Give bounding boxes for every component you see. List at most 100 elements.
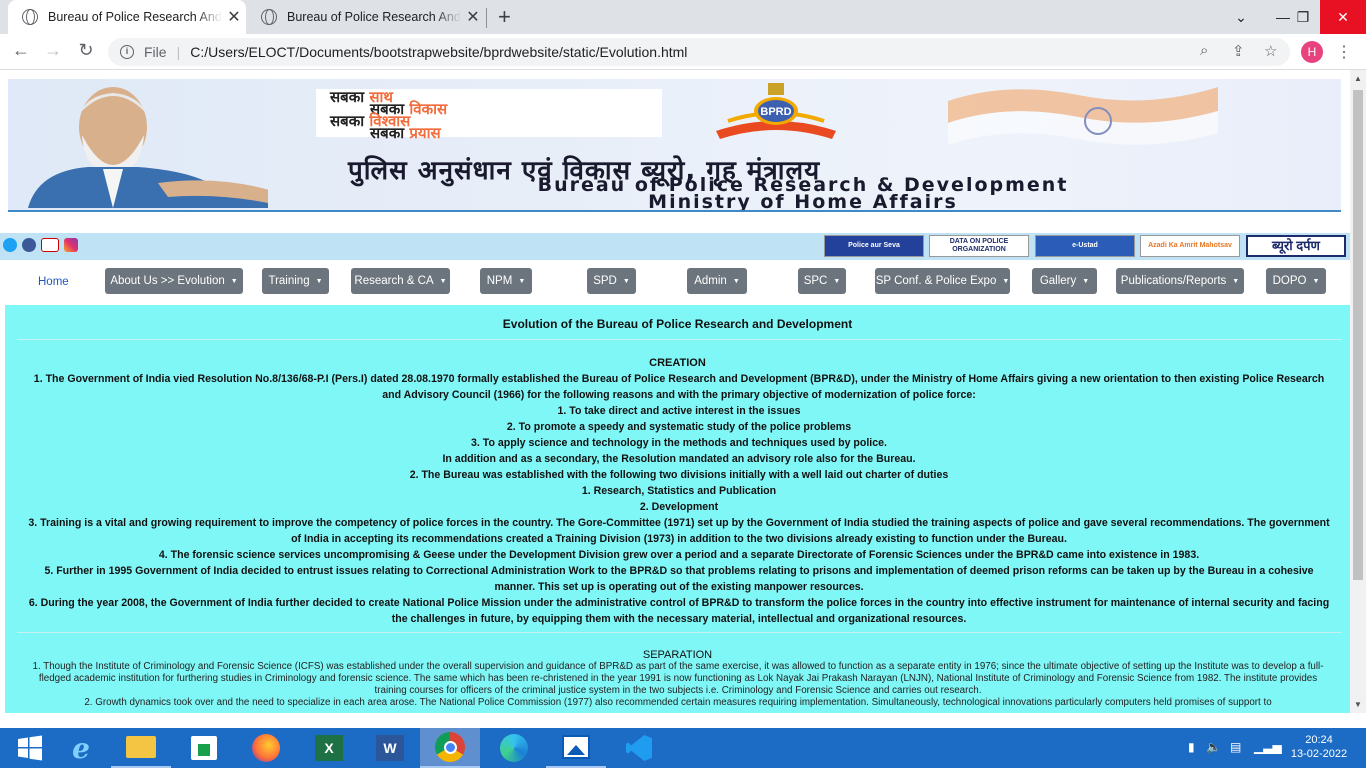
file-scheme-label: File — [144, 44, 167, 60]
info-icon[interactable]: i — [120, 45, 134, 59]
partner-azadi-ka-amrit-mahotsav[interactable]: Azadi Ka Amrit Mahotsav — [1140, 235, 1240, 257]
browser-tab-bar: Bureau of Police Research And Developmen… — [0, 0, 1366, 34]
chrome-icon[interactable] — [420, 728, 480, 768]
caret-down-icon: ▼ — [315, 277, 323, 285]
volume-icon[interactable]: 🔈 — [1206, 740, 1221, 754]
english-title: Bureau of Police Research & Development … — [537, 174, 1069, 212]
profile-avatar[interactable]: H — [1301, 41, 1323, 63]
nav-gallery[interactable]: Gallery ▼ — [1032, 268, 1097, 294]
tab-separator — [486, 8, 487, 28]
nav-home-link[interactable]: Home — [38, 276, 69, 288]
signal-icon[interactable]: ▁▃▅ — [1254, 740, 1282, 754]
nav-research-ca[interactable]: Research & CA ▼ — [351, 268, 450, 294]
partner-bureau-darpan[interactable]: ब्यूरो दर्पण — [1246, 235, 1346, 257]
windows-logo-icon — [18, 735, 42, 761]
page-scrollbar[interactable]: ▲ ▼ — [1350, 70, 1366, 713]
system-clock[interactable]: 20:24 13-02-2022 — [1286, 733, 1352, 761]
divider — [17, 632, 1342, 633]
caret-down-icon: ▼ — [732, 277, 740, 285]
creation-text: 1. The Government of India vied Resoluti… — [28, 373, 1330, 625]
new-tab-button[interactable]: + — [498, 4, 511, 30]
clock-date: 13-02-2022 — [1290, 748, 1348, 760]
menu-icon[interactable]: ⋮ — [1336, 42, 1352, 62]
close-tab-icon[interactable]: ✕ — [222, 7, 246, 27]
page-viewport: सबका साथ सबका विकास सबका विश्वास सबका प्… — [0, 70, 1350, 713]
url-text[interactable]: C:/Users/ELOCT/Documents/bootstrapwebsit… — [190, 44, 687, 60]
youtube-icon[interactable] — [41, 238, 59, 252]
browser-tab[interactable]: Bureau of Police Research And Developmen… — [247, 0, 485, 34]
vscode-icon[interactable] — [609, 728, 669, 768]
excel-icon[interactable]: X — [299, 728, 359, 768]
slogan-box: सबका साथ सबका विकास सबका विश्वास सबका प्… — [316, 89, 662, 141]
caret-down-icon: ▼ — [439, 277, 447, 285]
globe-icon — [22, 9, 38, 25]
caret-down-icon: ▼ — [1312, 277, 1320, 285]
scroll-down-arrow-icon[interactable]: ▼ — [1354, 700, 1362, 709]
india-flag-graphic — [948, 87, 1218, 145]
twitter-icon[interactable] — [3, 238, 17, 252]
close-window-button[interactable]: ✕ — [1320, 0, 1366, 34]
page-title: Evolution of the Bureau of Police Resear… — [502, 317, 853, 331]
nav-spc[interactable]: SPC ▼ — [798, 268, 846, 294]
caret-down-icon: ▼ — [1002, 277, 1010, 285]
tab-title: Bureau of Police Research And Developmen… — [48, 10, 222, 24]
instagram-icon[interactable] — [64, 238, 78, 252]
bprd-emblem-logo: BPRD — [716, 83, 836, 139]
bookmark-star-icon[interactable]: ☆ — [1264, 42, 1277, 60]
address-bar[interactable]: i File | C:/Users/ELOCT/Documents/bootst… — [108, 38, 1290, 66]
caret-down-icon: ▼ — [1232, 277, 1240, 285]
creation-heading: CREATION — [649, 357, 706, 369]
close-tab-icon[interactable]: ✕ — [461, 7, 485, 27]
globe-icon — [261, 9, 277, 25]
caret-down-icon: ▼ — [1082, 277, 1090, 285]
network-icon[interactable]: ▤ — [1230, 740, 1241, 754]
nav-npm[interactable]: NPM ▼ — [480, 268, 532, 294]
caret-down-icon: ▼ — [518, 277, 526, 285]
nav-publications-reports[interactable]: Publications/Reports ▼ — [1116, 268, 1244, 294]
separation-heading: SEPARATION — [642, 649, 713, 661]
edge-icon[interactable] — [484, 728, 544, 768]
caret-down-icon: ▼ — [622, 277, 630, 285]
browser-tab-active[interactable]: Bureau of Police Research And Developmen… — [8, 0, 246, 34]
zoom-icon[interactable]: ⌕ — [1200, 42, 1208, 59]
photos-icon[interactable] — [546, 728, 606, 768]
windows-taskbar: e X W ▮ 🔈 ▤ ▁▃▅ 20:24 13-02-2022 — [0, 728, 1366, 768]
caret-down-icon: ▼ — [230, 277, 238, 285]
nav-sp-conf-police-expo[interactable]: SP Conf. & Police Expo ▼ — [875, 268, 1010, 294]
svg-text:BPRD: BPRD — [760, 106, 791, 118]
firefox-icon[interactable] — [236, 728, 296, 768]
separation-text: 1. Though the Institute of Criminology a… — [32, 661, 1324, 708]
nav-training[interactable]: Training ▼ — [262, 268, 329, 294]
scrollbar-thumb[interactable] — [1353, 90, 1363, 580]
divider — [17, 339, 1342, 340]
partner-police-aur-seva[interactable]: Police aur Seva — [824, 235, 924, 257]
tab-search-icon[interactable]: ⌄ — [1222, 0, 1260, 34]
partner-e-ustad[interactable]: e-Ustad — [1035, 235, 1135, 257]
caret-down-icon: ▼ — [833, 277, 841, 285]
nav-spd[interactable]: SPD ▼ — [587, 268, 636, 294]
battery-icon[interactable]: ▮ — [1188, 740, 1195, 754]
share-icon[interactable]: ⇪ — [1232, 42, 1245, 60]
nav-dopo[interactable]: DOPO ▼ — [1266, 268, 1326, 294]
facebook-icon[interactable] — [22, 238, 36, 252]
word-icon[interactable]: W — [360, 728, 420, 768]
nav-admin[interactable]: Admin ▼ — [687, 268, 747, 294]
back-arrow-icon[interactable]: ← — [9, 40, 33, 61]
main-navbar: Home About Us >> Evolution ▼ Training ▼ Re… — [0, 268, 1350, 296]
tab-title: Bureau of Police Research And Developmen… — [287, 10, 461, 24]
address-toolbar: ← → ↻ i File | C:/Users/ELOCT/Documents/… — [0, 34, 1366, 70]
clock-time: 20:24 — [1305, 734, 1333, 746]
store-icon[interactable] — [174, 728, 234, 768]
divider: | — [176, 44, 181, 60]
nav-about-us[interactable]: About Us >> Evolution ▼ — [105, 268, 243, 294]
forward-arrow-icon[interactable]: → — [41, 40, 65, 61]
social-partner-strip: Police aur Seva DATA ON POLICE ORGANIZAT… — [0, 233, 1350, 260]
file-explorer-icon[interactable] — [111, 728, 171, 768]
reload-icon[interactable]: ↻ — [74, 40, 98, 61]
partner-data-on-police[interactable]: DATA ON POLICE ORGANIZATION — [929, 235, 1029, 257]
internet-explorer-icon[interactable]: e — [51, 728, 111, 768]
scroll-up-arrow-icon[interactable]: ▲ — [1354, 74, 1362, 83]
evolution-content: Evolution of the Bureau of Police Resear… — [5, 305, 1350, 713]
header-banner: सबका साथ सबका विकास सबका विश्वास सबका प्… — [8, 79, 1341, 212]
restore-button[interactable]: ❐ — [1284, 0, 1322, 34]
